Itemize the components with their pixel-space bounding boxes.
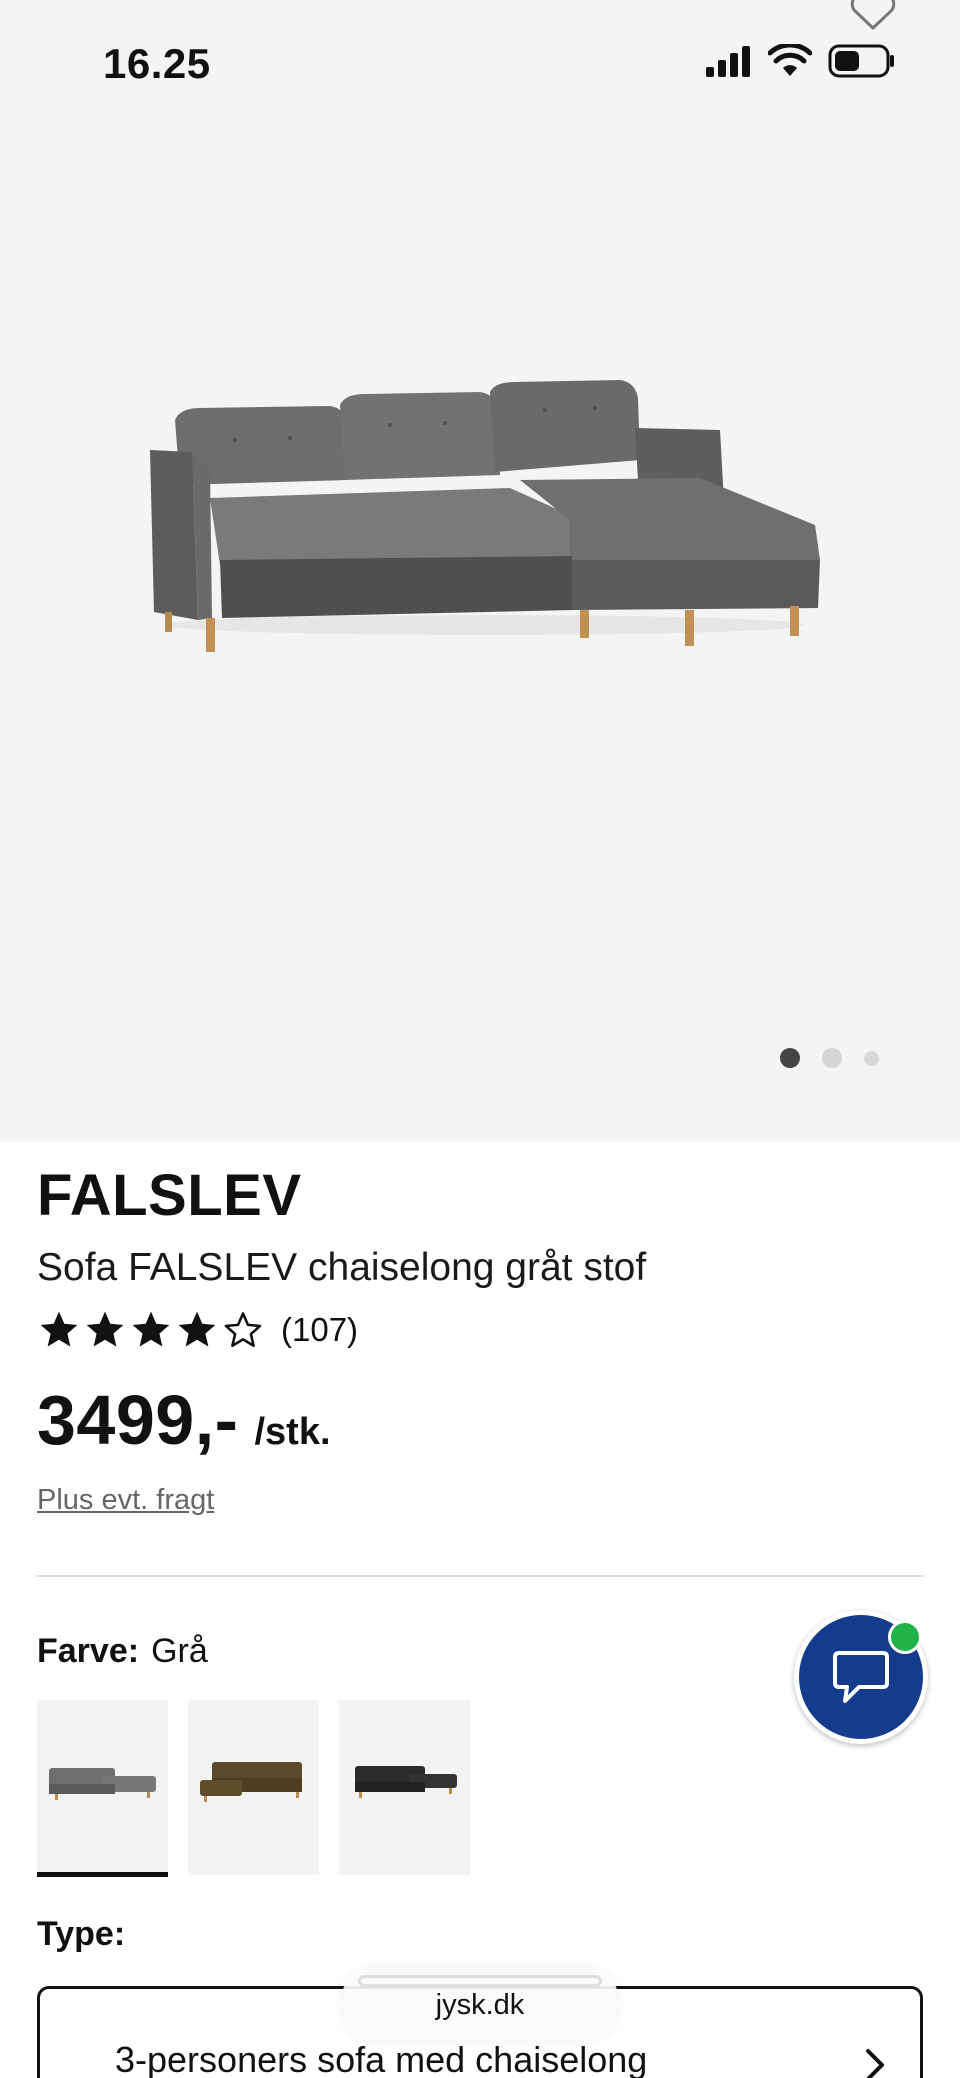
type-label: Type: bbox=[37, 1915, 126, 1953]
color-swatches bbox=[37, 1700, 470, 1877]
gallery-dot-active[interactable] bbox=[780, 1048, 800, 1068]
color-swatch-black[interactable] bbox=[339, 1700, 470, 1875]
shipping-link[interactable]: Plus evt. fragt bbox=[37, 1484, 214, 1517]
status-bar: 16.25 bbox=[0, 0, 960, 130]
product-price: 3499,- /stk. bbox=[37, 1380, 331, 1460]
review-count[interactable]: (107) bbox=[281, 1311, 358, 1349]
online-status-indicator bbox=[888, 1620, 922, 1654]
heart-icon[interactable] bbox=[848, 0, 898, 32]
gallery-dot[interactable] bbox=[822, 1048, 842, 1068]
address-bar-handle bbox=[358, 1975, 602, 1987]
color-label: Farve: bbox=[37, 1632, 140, 1670]
color-value: Grå bbox=[151, 1632, 208, 1670]
star-icon bbox=[40, 1311, 78, 1347]
divider bbox=[37, 1575, 923, 1577]
status-icons bbox=[704, 44, 896, 78]
product-image-gallery[interactable]: 16.25 bbox=[0, 0, 960, 1142]
status-time: 16.25 bbox=[103, 40, 211, 87]
rating-stars bbox=[37, 1308, 265, 1352]
color-selector-label: Farve: Grå bbox=[37, 1632, 208, 1671]
product-page: 16.25 FALSLEV Sofa FALSLEV chaiselong gr… bbox=[0, 0, 960, 2078]
product-rating[interactable]: (107) bbox=[37, 1308, 358, 1352]
signal-icon bbox=[706, 46, 750, 77]
star-empty-icon bbox=[224, 1312, 262, 1348]
battery-icon bbox=[828, 44, 894, 78]
product-subtitle: Sofa FALSLEV chaiselong gråt stof bbox=[37, 1246, 647, 1289]
star-icon bbox=[132, 1311, 170, 1347]
star-icon bbox=[178, 1311, 216, 1347]
color-swatch-brown[interactable] bbox=[188, 1700, 319, 1875]
product-image bbox=[150, 380, 820, 652]
chevron-right-icon bbox=[866, 2049, 884, 2078]
product-brand: FALSLEV bbox=[37, 1163, 302, 1228]
browser-address-bar[interactable]: jysk.dk bbox=[340, 1965, 620, 2043]
address-bar-url[interactable]: jysk.dk bbox=[340, 1989, 620, 2022]
star-icon bbox=[86, 1311, 124, 1347]
color-swatch-gray[interactable] bbox=[37, 1700, 168, 1877]
type-value: 3-personers sofa med chaiselong bbox=[115, 2039, 648, 2078]
gallery-pagination[interactable] bbox=[780, 1048, 879, 1068]
price-value: 3499,- bbox=[37, 1381, 239, 1459]
price-unit: /stk. bbox=[254, 1411, 331, 1453]
gallery-dot[interactable] bbox=[864, 1050, 879, 1066]
chat-icon bbox=[833, 1651, 889, 1703]
wifi-icon bbox=[768, 44, 812, 76]
